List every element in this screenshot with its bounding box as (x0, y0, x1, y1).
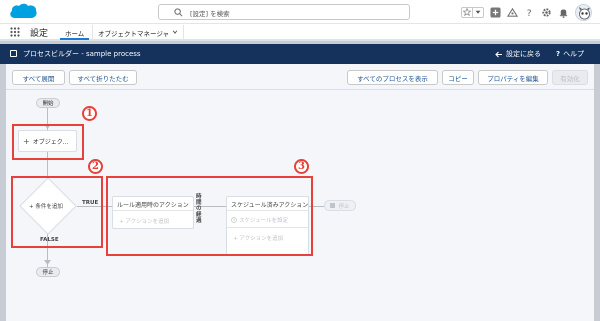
tab-home[interactable]: ホーム (60, 25, 90, 40)
start-node[interactable]: 開始 (36, 98, 60, 108)
process-builder-icon (10, 50, 17, 57)
star-icon[interactable] (462, 8, 472, 17)
tab-object-manager-label: オブジェクトマネージャ (98, 30, 170, 38)
expand-all-button[interactable]: すべて展開 (12, 70, 65, 85)
help-icon[interactable]: ? (524, 7, 535, 18)
arrow-down-icon (44, 260, 51, 265)
toolbar: すべて展開 すべて折りたたむ すべてのプロセスを表示 コピー プロパティを編集 … (6, 64, 594, 90)
annotation-box-2 (11, 176, 103, 248)
edit-properties-button[interactable]: プロパティを編集 (478, 70, 548, 85)
svg-text:?: ? (527, 8, 532, 18)
back-to-setup-link[interactable]: 設定に戻る (495, 49, 541, 59)
activate-button[interactable]: 有効化 (552, 70, 588, 85)
process-builder-header: プロセスビルダー - sample process 設定に戻る ? ヘルプ (0, 44, 600, 64)
bell-icon[interactable] (558, 7, 569, 18)
gear-icon[interactable] (541, 7, 552, 18)
stop-node-right[interactable]: 停止 (324, 200, 356, 211)
favorites-group (461, 6, 484, 18)
annotation-box-3 (106, 176, 313, 256)
process-canvas: 開始 + オブジェク... + 条件を追加 TRUE FALSE 停止 ルール適… (6, 90, 594, 321)
app-launcher-icon[interactable] (10, 27, 20, 37)
app-name: 設定 (30, 29, 49, 39)
help-label: ヘルプ (563, 50, 585, 58)
chevron-down-icon[interactable] (473, 8, 483, 17)
arrow-left-icon (495, 51, 502, 57)
help-icon: ? (556, 50, 561, 58)
stop-node[interactable]: 停止 (36, 267, 60, 277)
global-header: [設定] を検索 ? (0, 0, 600, 24)
annotation-badge-1: 1 (82, 106, 97, 121)
stop-icon (330, 203, 336, 208)
salesforce-logo[interactable] (8, 3, 38, 21)
search-input[interactable]: [設定] を検索 (158, 4, 410, 20)
show-all-processes-button[interactable]: すべてのプロセスを表示 (347, 70, 438, 85)
annotation-badge-3: 3 (294, 159, 309, 174)
search-placeholder: [設定] を検索 (190, 10, 230, 18)
back-to-setup-label: 設定に戻る (506, 50, 541, 58)
chevron-down-icon[interactable] (172, 29, 178, 35)
trailhead-icon[interactable] (507, 7, 518, 18)
stop-label: 停止 (338, 203, 350, 210)
annotation-box-1 (12, 124, 84, 160)
annotation-badge-2: 2 (88, 159, 103, 174)
header-icons: ? (461, 3, 592, 21)
copy-button[interactable]: コピー (442, 70, 474, 85)
app-nav: 設定 ホーム オブジェクトマネージャ (0, 24, 600, 41)
avatar[interactable] (575, 3, 592, 21)
tab-object-manager[interactable]: オブジェクトマネージャ (92, 25, 184, 40)
search-icon (174, 8, 183, 17)
page-title: プロセスビルダー - sample process (23, 50, 141, 58)
add-icon[interactable] (490, 6, 501, 18)
collapse-all-button[interactable]: すべて折りたたむ (69, 70, 137, 85)
help-link[interactable]: ? ヘルプ (556, 49, 584, 59)
